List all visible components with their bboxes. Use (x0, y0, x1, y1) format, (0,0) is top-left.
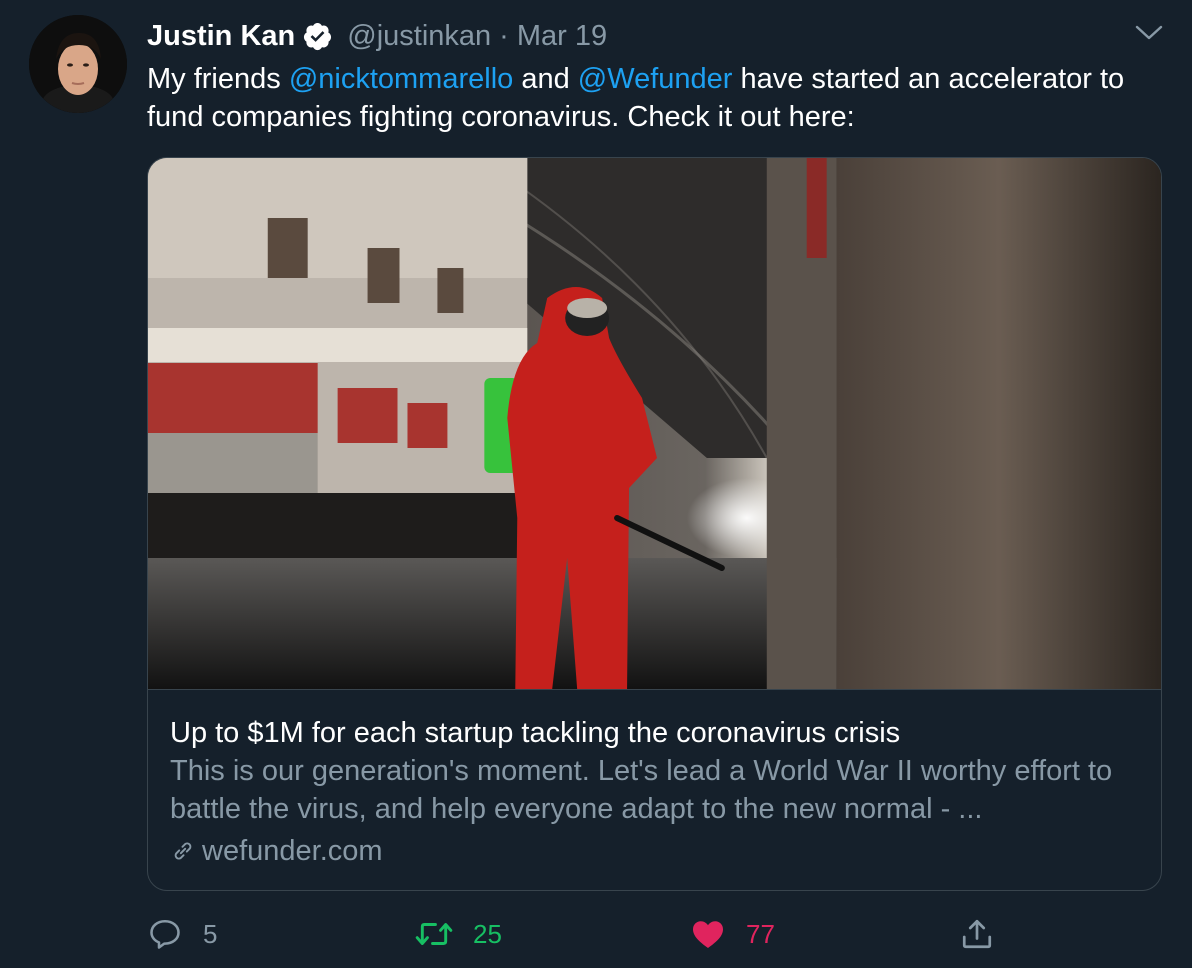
card-body: Up to $1M for each startup tackling the … (148, 714, 1161, 870)
tweet-header: Justin Kan @justinkan · Mar 19 (147, 16, 607, 56)
reply-button[interactable]: 5 (147, 912, 217, 956)
card-image[interactable] (148, 158, 1161, 690)
card-domain-text: wefunder.com (202, 835, 383, 867)
tweet-text-part: and (513, 63, 578, 95)
action-bar: 5 25 77 (147, 912, 1007, 956)
share-icon (962, 919, 992, 949)
card-domain: wefunder.com (170, 832, 1139, 870)
card-description: This is our generation's moment. Let's l… (170, 755, 1113, 825)
tweet-date[interactable]: Mar 19 (517, 20, 607, 53)
reply-bubble-icon (150, 919, 180, 949)
verified-badge-icon (304, 22, 332, 50)
tweet-text: My friends @nicktommarello and @Wefunder… (147, 60, 1167, 136)
link-card[interactable]: Up to $1M for each startup tackling the … (147, 157, 1162, 891)
author-display-name[interactable]: Justin Kan (147, 20, 295, 53)
separator-dot: · (499, 19, 509, 52)
reply-count: 5 (203, 918, 218, 949)
retweet-count: 25 (473, 918, 502, 949)
link-icon (174, 842, 192, 860)
mention-link[interactable]: @nicktommarello (289, 63, 513, 95)
avatar[interactable] (29, 15, 127, 113)
mention-link[interactable]: @Wefunder (578, 63, 733, 95)
like-count: 77 (746, 918, 775, 949)
heart-icon (693, 921, 723, 948)
retweet-icon (415, 923, 453, 945)
avatar-photo (29, 15, 127, 113)
share-button[interactable] (959, 912, 995, 956)
tweet-text-part: My friends (147, 63, 289, 95)
chevron-down-icon[interactable] (1134, 24, 1164, 42)
card-title[interactable]: Up to $1M for each startup tackling the … (170, 714, 1139, 752)
tweet[interactable]: Justin Kan @justinkan · Mar 19 My friend… (0, 0, 1192, 968)
author-handle[interactable]: @justinkan (347, 20, 491, 53)
like-button[interactable]: 77 (690, 912, 775, 956)
retweet-button[interactable]: 25 (415, 912, 502, 956)
